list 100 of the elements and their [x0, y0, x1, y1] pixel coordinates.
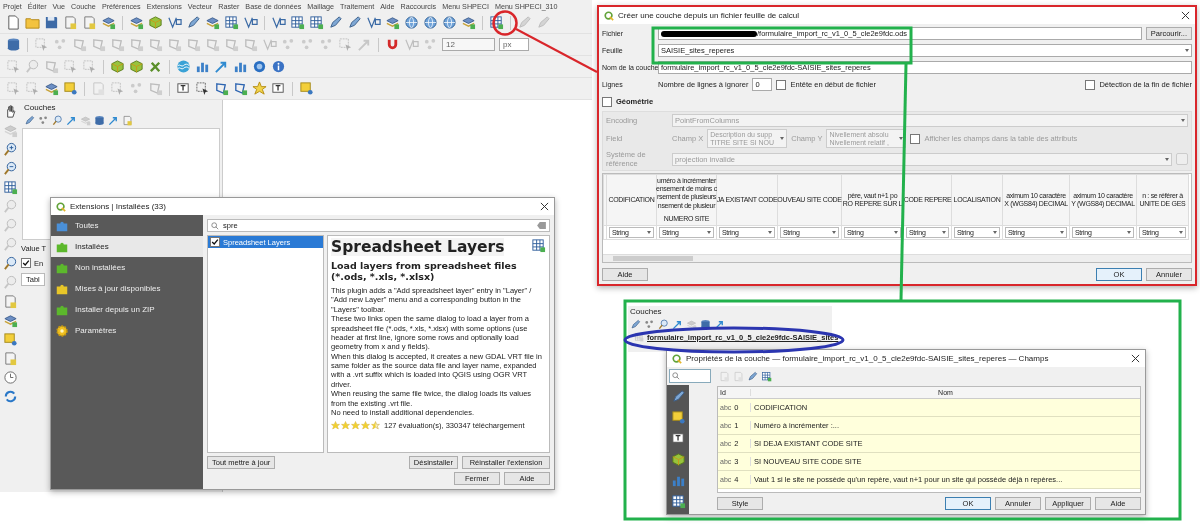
pen-icon[interactable] — [328, 15, 343, 30]
box-icon[interactable] — [148, 15, 163, 30]
checkbox[interactable] — [602, 96, 612, 107]
pen-icon[interactable] — [186, 15, 201, 30]
help-icon[interactable] — [252, 59, 267, 74]
layer-plus-icon[interactable] — [385, 15, 400, 30]
layer-plus-icon[interactable] — [461, 15, 476, 30]
table-plus-icon[interactable] — [489, 15, 504, 30]
checkbox[interactable] — [21, 258, 31, 268]
window-title: Propriétés de la couche — formulaire_import_rc_v1_0_5_cle2e9fdc-SAISIE_sites_reperes — Champs — [686, 354, 1049, 363]
clear-icon[interactable] — [537, 222, 546, 229]
layer-plus-icon[interactable] — [101, 15, 116, 30]
star-icon — [361, 421, 370, 431]
document-icon[interactable] — [63, 15, 78, 30]
magnifier-icon[interactable] — [52, 115, 63, 126]
table-plus-icon[interactable] — [761, 371, 772, 382]
polygon-icon[interactable] — [233, 81, 248, 96]
text-icon[interactable] — [176, 81, 191, 96]
document-icon[interactable] — [2, 351, 18, 366]
database-icon[interactable] — [6, 37, 21, 52]
text-icon[interactable] — [271, 81, 286, 96]
horizontal-scrollbar[interactable] — [603, 254, 1191, 262]
unit-dropdown[interactable]: px — [499, 38, 529, 51]
pen-icon[interactable] — [24, 115, 35, 126]
close-icon[interactable] — [1181, 11, 1190, 20]
checkbox[interactable] — [910, 133, 921, 144]
new-file-icon[interactable] — [6, 15, 21, 30]
box-icon[interactable] — [670, 452, 686, 467]
table-plus-icon[interactable] — [309, 15, 324, 30]
checkbox[interactable] — [210, 237, 220, 247]
document-icon[interactable] — [122, 115, 133, 126]
box-icon[interactable] — [110, 59, 125, 74]
globe-icon[interactable] — [404, 15, 419, 30]
plugin-subtitle: Load layers from spreadsheet files (*.ods, *.xls, *.xlsx) — [331, 260, 518, 282]
star-icon[interactable] — [252, 81, 267, 96]
document-icon[interactable] — [82, 15, 97, 30]
checkbox[interactable] — [1085, 79, 1096, 90]
table-plus-icon[interactable] — [224, 15, 239, 30]
layer-plus-icon[interactable] — [129, 15, 144, 30]
points-icon[interactable] — [38, 115, 49, 126]
layer-plus-icon[interactable] — [205, 15, 220, 30]
database-icon[interactable] — [94, 115, 105, 126]
layer-plus-icon[interactable] — [2, 313, 18, 328]
caret-icon — [647, 231, 651, 234]
wave-icon[interactable] — [176, 59, 191, 74]
table-plus-icon[interactable] — [290, 15, 305, 30]
layer-plus-icon[interactable] — [686, 319, 697, 330]
search-field[interactable] — [669, 369, 711, 383]
magnet-icon[interactable] — [385, 37, 400, 52]
polygon-icon[interactable] — [214, 81, 229, 96]
star-icon — [331, 421, 340, 431]
sidebar-item[interactable]: Mises à jour disponibles — [51, 278, 203, 299]
caret-icon — [780, 137, 785, 140]
vector-icon[interactable] — [243, 15, 258, 30]
globe-icon[interactable] — [442, 15, 457, 30]
sidebar-item[interactable]: Non installées — [51, 257, 203, 278]
text-icon[interactable] — [670, 431, 686, 446]
table-plus-icon[interactable] — [2, 180, 18, 195]
sidebar-item[interactable]: Installer depuis un ZIP — [51, 299, 203, 320]
vector-icon[interactable] — [271, 15, 286, 30]
vector-icon[interactable] — [167, 15, 182, 30]
magnifier-icon[interactable] — [658, 319, 669, 330]
label-icon[interactable] — [670, 410, 686, 425]
database-icon[interactable] — [700, 319, 711, 330]
table-plus-icon[interactable] — [670, 494, 686, 509]
save-icon[interactable] — [44, 15, 59, 30]
close-icon[interactable] — [540, 202, 549, 211]
magnifier-icon[interactable] — [2, 256, 18, 271]
pen-icon[interactable] — [517, 15, 532, 30]
folder-icon[interactable] — [25, 15, 40, 30]
checkbox[interactable] — [776, 79, 787, 90]
refresh-icon[interactable] — [2, 389, 18, 404]
caret-icon — [768, 231, 772, 234]
zoom-in-icon[interactable] — [2, 142, 18, 157]
label-icon[interactable] — [299, 81, 314, 96]
pen-icon[interactable] — [347, 15, 362, 30]
arrow-icon[interactable] — [672, 319, 683, 330]
sidebar-item[interactable]: Paramètres — [51, 320, 203, 341]
zoom-out-icon[interactable] — [2, 161, 18, 176]
layer-plus-icon[interactable] — [44, 81, 59, 96]
document-icon[interactable] — [2, 294, 18, 309]
sidebar-item[interactable]: Installées — [51, 236, 203, 257]
tolerance-spinbox[interactable]: 12 — [442, 38, 495, 51]
clock-icon[interactable] — [2, 370, 18, 385]
pen-icon[interactable] — [670, 389, 686, 404]
selection-icon[interactable] — [195, 81, 210, 96]
table-plus-icon[interactable] — [531, 238, 546, 253]
info-icon[interactable] — [271, 59, 286, 74]
close-icon[interactable] — [1131, 354, 1140, 363]
globe-icon[interactable] — [423, 15, 438, 30]
window-title: Extensions | Installées (33) — [70, 202, 166, 211]
plugin-title: Spreadsheet Layers — [331, 238, 505, 256]
box-icon[interactable] — [129, 59, 144, 74]
label-icon[interactable] — [63, 81, 78, 96]
tools-icon[interactable] — [148, 59, 163, 74]
pen-icon[interactable] — [747, 371, 758, 382]
sidebar-item[interactable]: Toutes — [51, 215, 203, 236]
vector-icon[interactable] — [366, 15, 381, 30]
arrow-icon[interactable] — [714, 319, 725, 330]
label-icon[interactable] — [2, 332, 18, 347]
